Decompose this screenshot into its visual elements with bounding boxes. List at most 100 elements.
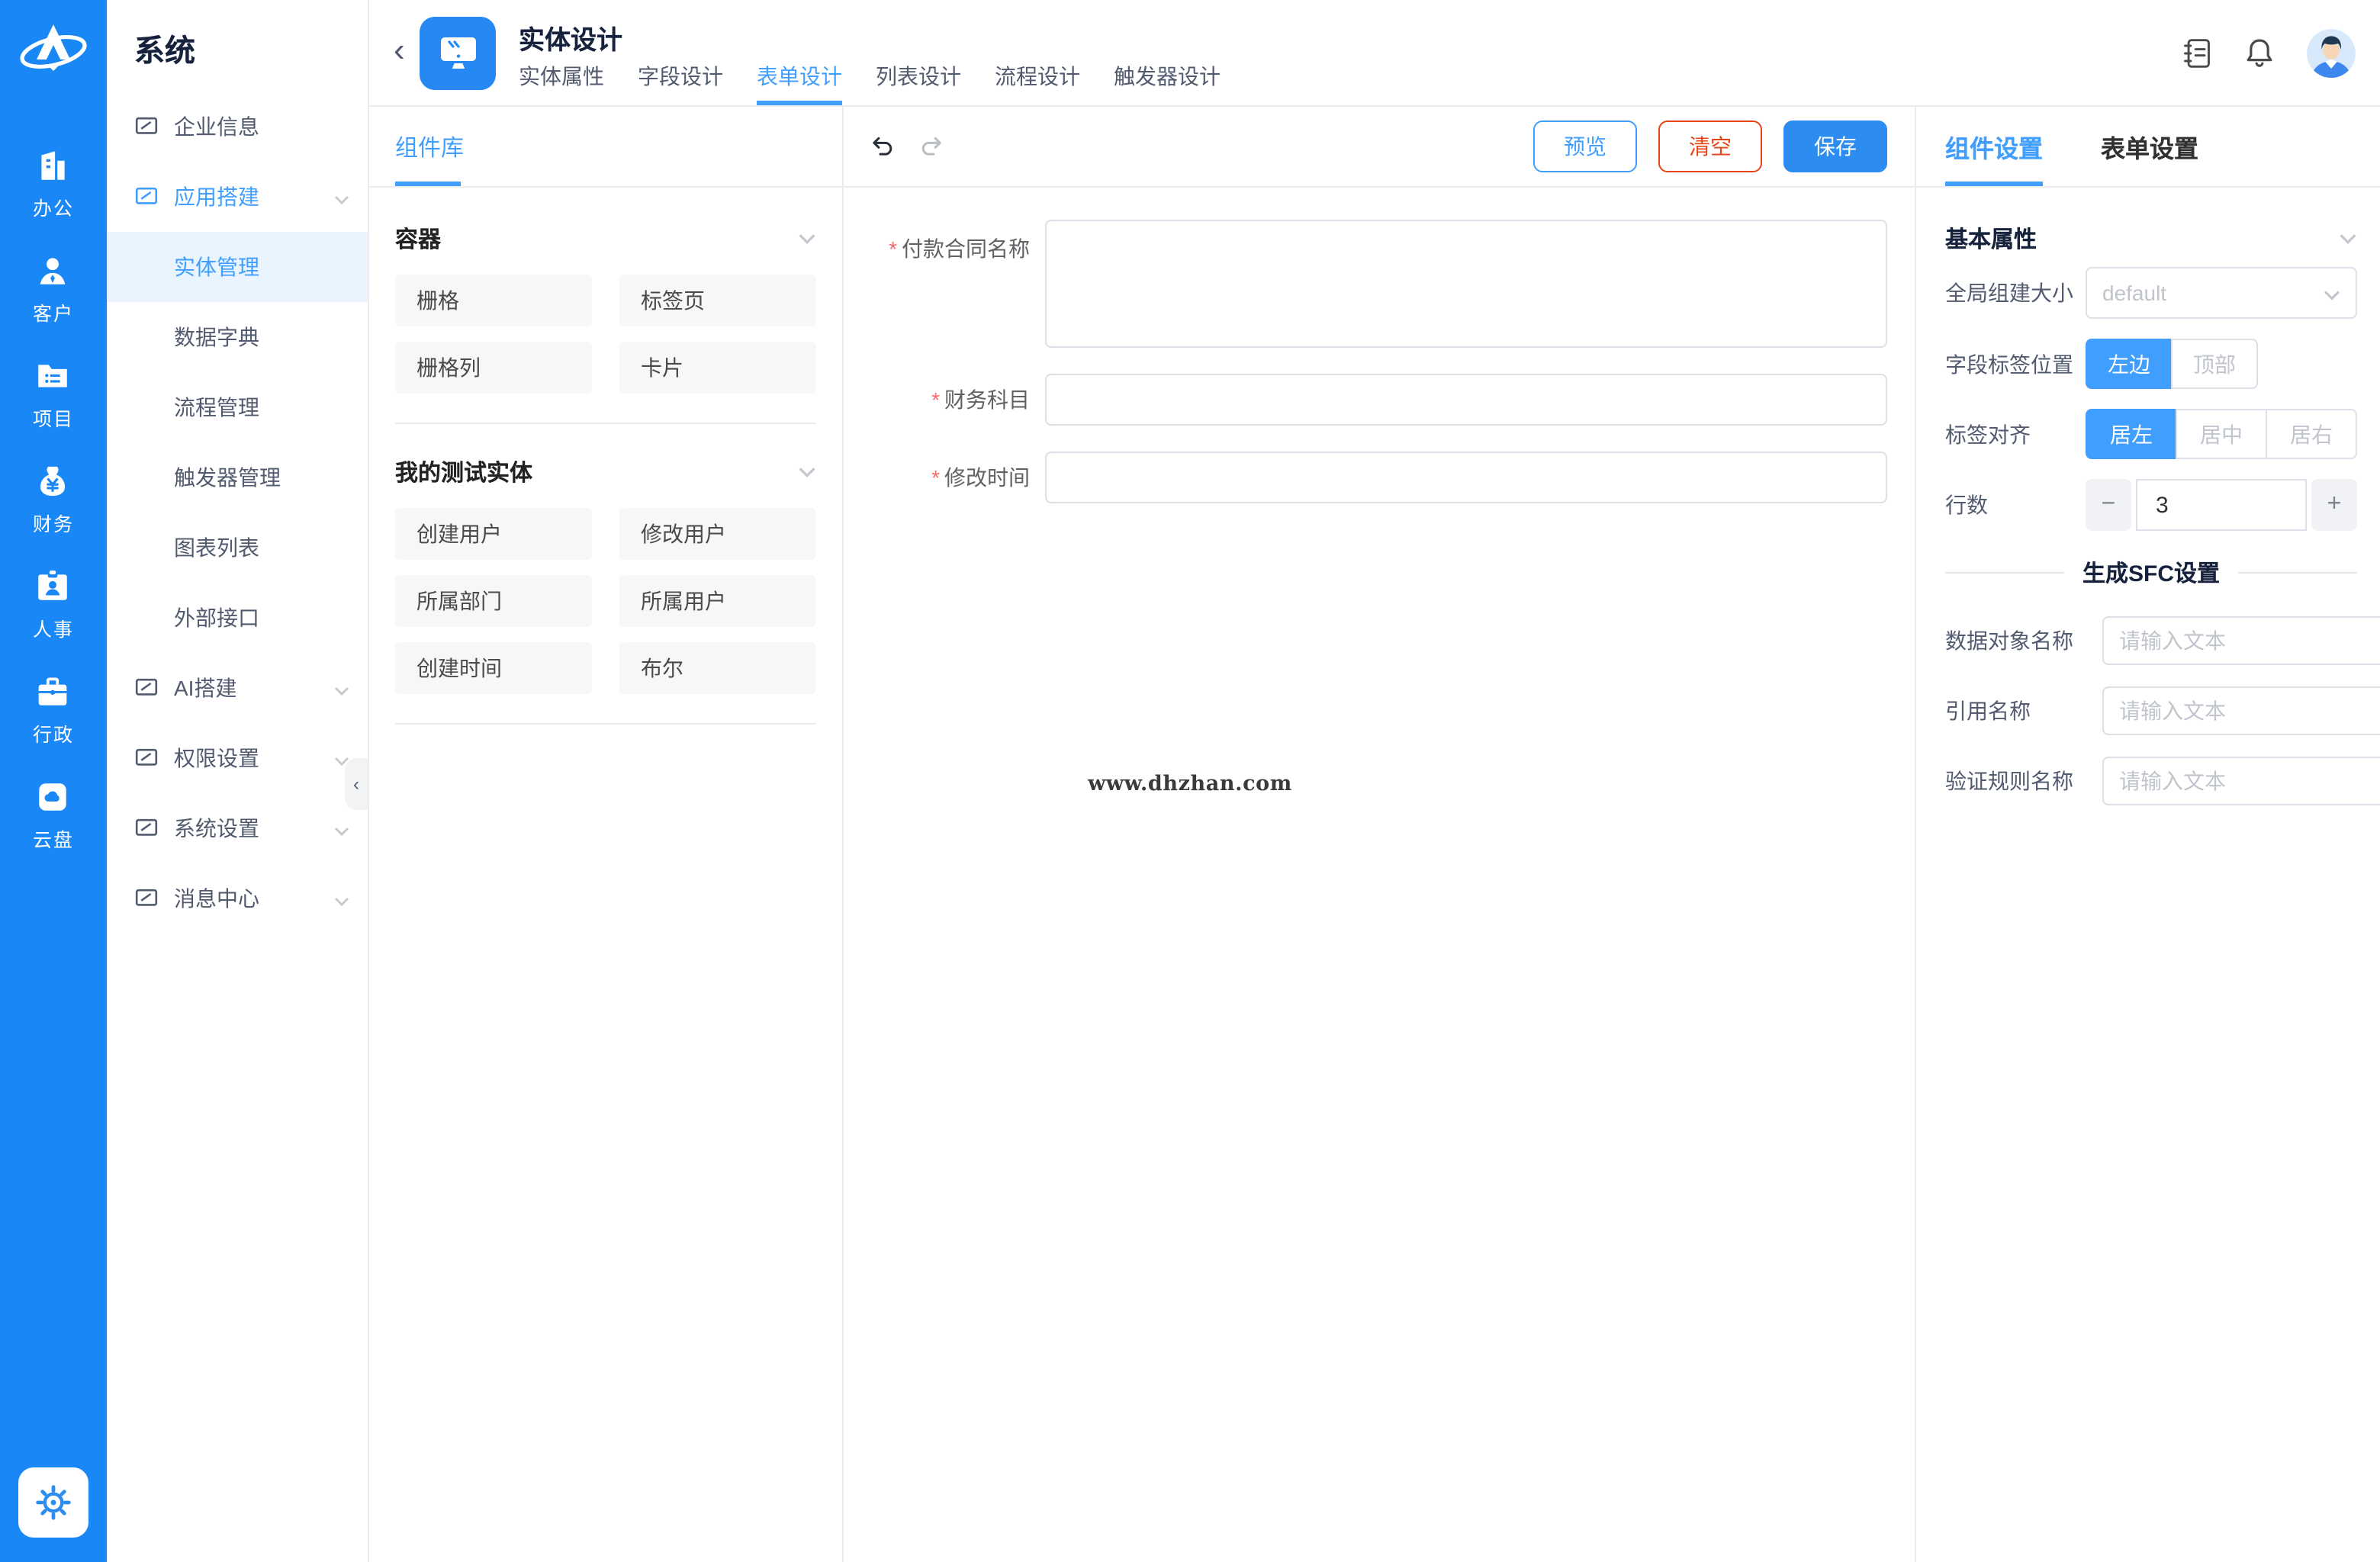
- sidebar-item-message-center[interactable]: 消息中心: [107, 863, 368, 934]
- library-item-tabs[interactable]: 标签页: [619, 275, 816, 326]
- segment-align-center[interactable]: 居中: [2176, 409, 2267, 459]
- select-value: default: [2102, 281, 2166, 305]
- component-library-panel: 组件库 容器 栅格 标签页 栅格列 卡片 我的测试实体: [369, 107, 844, 1562]
- form-field-modify-time[interactable]: * 修改时间: [877, 452, 1887, 503]
- form-field-contract-name[interactable]: * 付款合同名称: [877, 220, 1887, 348]
- notification-bell-icon[interactable]: [2244, 37, 2275, 70]
- sidebar-item-app-build[interactable]: 应用搭建: [107, 162, 368, 232]
- tab-list-design[interactable]: 列表设计: [876, 61, 961, 105]
- brand-logo-icon: [18, 18, 88, 82]
- row-reference-name: 引用名称: [1945, 686, 2357, 735]
- sfc-section-title: 生成SFC设置: [2082, 557, 2220, 589]
- rail-item-project[interactable]: 项目: [33, 357, 74, 432]
- sidebar-item-system-settings[interactable]: 系统设置: [107, 793, 368, 863]
- library-item-modify-user[interactable]: 修改用户: [619, 508, 816, 560]
- divider: [395, 723, 816, 725]
- sidebar-item-ai-build[interactable]: AI搭建: [107, 653, 368, 723]
- library-item-create-user[interactable]: 创建用户: [395, 508, 592, 560]
- sidebar-item-trigger-mgmt[interactable]: 触发器管理: [107, 442, 368, 513]
- library-section-header-entity[interactable]: 我的测试实体: [395, 442, 816, 500]
- row-validation-rule-name: 验证规则名称: [1945, 757, 2357, 805]
- tab-form-settings[interactable]: 表单设置: [2101, 107, 2198, 186]
- sidebar-item-label: AI搭建: [174, 673, 236, 703]
- library-item-create-time[interactable]: 创建时间: [395, 642, 592, 694]
- sidebar-item-external-api[interactable]: 外部接口: [107, 583, 368, 653]
- library-section-title: 容器: [395, 222, 441, 254]
- tab-field-design[interactable]: 字段设计: [638, 61, 723, 105]
- undo-icon[interactable]: [871, 135, 894, 158]
- global-size-select[interactable]: default: [2086, 267, 2357, 319]
- inspector-toolbar: 组件设置 表单设置: [1916, 107, 2380, 188]
- library-grid: 创建用户 修改用户 所属部门 所属用户 创建时间 布尔: [395, 508, 816, 694]
- sidebar-item-entity-mgmt[interactable]: 实体管理: [107, 232, 368, 302]
- sidebar-item-process-mgmt[interactable]: 流程管理: [107, 372, 368, 442]
- rail-item-customer[interactable]: 客户: [33, 252, 74, 326]
- rail-item-label: 云盘: [33, 824, 74, 853]
- validation-rule-name-input[interactable]: [2102, 757, 2380, 805]
- sidebar-item-chart-list[interactable]: 图表列表: [107, 513, 368, 583]
- tab-trigger-design[interactable]: 触发器设计: [1114, 61, 1221, 105]
- library-item-card[interactable]: 卡片: [619, 342, 816, 394]
- redo-icon[interactable]: [920, 135, 943, 158]
- rail-item-label: 办公: [33, 192, 74, 221]
- library-toolbar: 组件库: [369, 107, 842, 188]
- segment-align-right[interactable]: 居右: [2266, 409, 2357, 459]
- basic-props-header[interactable]: 基本属性: [1945, 209, 2357, 267]
- tab-component-settings[interactable]: 组件设置: [1945, 107, 2043, 186]
- setting-label: 验证规则名称: [1945, 766, 2102, 796]
- tab-entity-props[interactable]: 实体属性: [519, 61, 604, 105]
- library-body: 容器 栅格 标签页 栅格列 卡片 我的测试实体 创: [369, 188, 842, 743]
- sidebar-collapse-button[interactable]: ‹: [345, 758, 368, 810]
- reference-name-input[interactable]: [2102, 686, 2380, 735]
- sidebar-item-data-dict[interactable]: 数据字典: [107, 302, 368, 372]
- tab-component-library[interactable]: 组件库: [395, 107, 464, 186]
- rail-item-hr[interactable]: 人事: [33, 567, 74, 642]
- chevron-down-icon: [334, 185, 349, 209]
- library-item-department[interactable]: 所属部门: [395, 575, 592, 627]
- rail-item-office[interactable]: 办公: [33, 146, 74, 221]
- clear-button[interactable]: 清空: [1658, 121, 1762, 172]
- save-button[interactable]: 保存: [1783, 121, 1887, 172]
- library-section-header-container[interactable]: 容器: [395, 209, 816, 267]
- modify-time-input[interactable]: [1045, 452, 1887, 503]
- setting-label: 行数: [1945, 490, 2086, 520]
- sidebar-item-label: 图表列表: [174, 532, 259, 563]
- rail-item-clouddisk[interactable]: 云盘: [33, 778, 74, 853]
- admin-briefcase-icon: [34, 673, 72, 711]
- sidebar-item-label: 消息中心: [174, 883, 259, 914]
- project-folder-icon: [34, 357, 72, 395]
- chevron-down-icon: [798, 466, 816, 477]
- preview-button[interactable]: 预览: [1533, 121, 1637, 172]
- sidebar-item-label: 流程管理: [174, 392, 259, 423]
- library-item-owner-user[interactable]: 所属用户: [619, 575, 816, 627]
- rail-item-finance[interactable]: 财务: [33, 462, 74, 537]
- sidebar-item-company-info[interactable]: 企业信息: [107, 92, 368, 162]
- notebook-icon[interactable]: [2182, 37, 2212, 70]
- segment-left[interactable]: 左边: [2086, 339, 2173, 389]
- form-canvas-panel: 预览 清空 保存 * 付款合同名称 *: [844, 107, 1915, 1562]
- tab-form-design[interactable]: 表单设计: [757, 61, 842, 105]
- finance-subject-input[interactable]: [1045, 374, 1887, 426]
- user-avatar[interactable]: [2307, 29, 2356, 78]
- form-field-finance-subject[interactable]: * 财务科目: [877, 374, 1887, 426]
- segment-align-left[interactable]: 居左: [2086, 409, 2177, 459]
- sidebar-item-permission[interactable]: 权限设置: [107, 723, 368, 793]
- decrement-button[interactable]: −: [2086, 479, 2131, 531]
- office-building-icon: [34, 146, 72, 185]
- back-button[interactable]: ‹: [394, 34, 405, 67]
- tab-process-design[interactable]: 流程设计: [995, 61, 1080, 105]
- cloud-disk-icon: [34, 778, 72, 816]
- rail-item-admin[interactable]: 行政: [33, 673, 74, 747]
- data-object-name-input[interactable]: [2102, 616, 2380, 665]
- library-item-grid-col[interactable]: 栅格列: [395, 342, 592, 394]
- screen-edit-icon: [134, 746, 159, 770]
- settings-button[interactable]: [18, 1467, 88, 1538]
- library-item-grid[interactable]: 栅格: [395, 275, 592, 326]
- contract-name-textarea[interactable]: [1045, 220, 1887, 348]
- library-item-boolean[interactable]: 布尔: [619, 642, 816, 694]
- setting-label: 数据对象名称: [1945, 625, 2102, 656]
- inspector-body: 基本属性 全局组建大小 default: [1916, 188, 2380, 827]
- row-count-value[interactable]: 3: [2136, 479, 2307, 531]
- segment-top[interactable]: 顶部: [2171, 339, 2258, 389]
- increment-button[interactable]: +: [2311, 479, 2357, 531]
